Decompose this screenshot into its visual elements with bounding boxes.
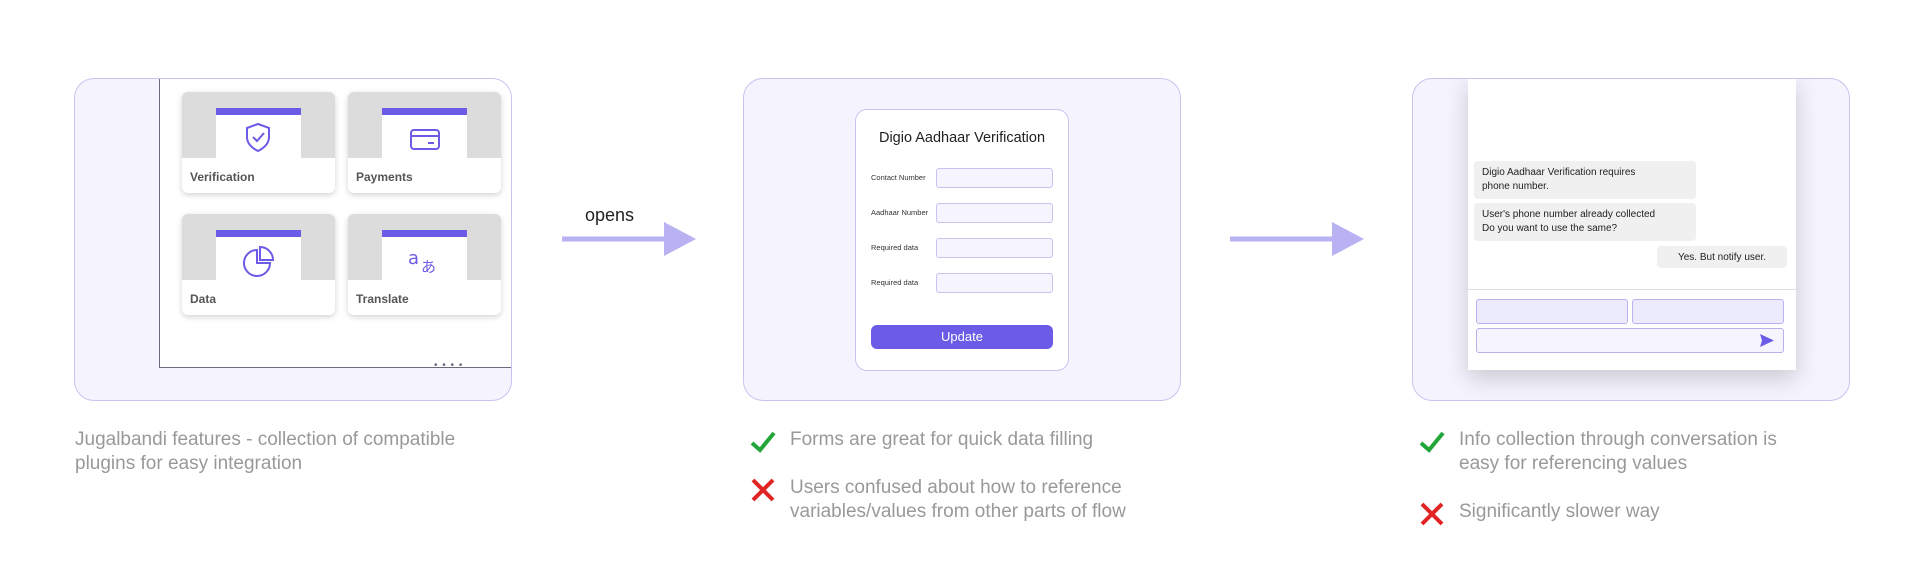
right-arrow-icon xyxy=(1230,222,1364,256)
plugin-label: Payments xyxy=(356,170,413,184)
pagination-dots: • • • • xyxy=(434,360,464,371)
bot-message: User's phone number already collected Do… xyxy=(1474,203,1696,241)
plugin-label: Data xyxy=(190,292,217,306)
field-label: Required data xyxy=(871,243,919,252)
message-line: Do you want to use the same? xyxy=(1482,223,1618,234)
svg-text:あ: あ xyxy=(421,258,436,276)
contact-number-input[interactable] xyxy=(936,168,1053,188)
cross-icon xyxy=(1420,502,1444,526)
chat-panel: Digio Aadhaar Verification requires phon… xyxy=(1412,78,1850,401)
panel3-pro: Info collection through conversation is … xyxy=(1459,428,1777,476)
form-title: Digio Aadhaar Verification xyxy=(878,130,1046,146)
message-line: phone number. xyxy=(1482,181,1549,192)
caption-line: plugins for easy integration xyxy=(75,453,303,474)
chat-window: Digio Aadhaar Verification requires phon… xyxy=(1468,79,1796,370)
plugin-grid-frame: Verification Payments Data a あ Translate… xyxy=(159,79,511,371)
required-data-input[interactable] xyxy=(936,273,1053,293)
bot-message: Digio Aadhaar Verification requires phon… xyxy=(1474,161,1696,199)
field-label: Required data xyxy=(871,278,919,287)
form-row: Required data xyxy=(871,238,1056,258)
message-line: Yes. But notify user. xyxy=(1677,252,1767,263)
form-row: Required data xyxy=(871,273,1056,293)
panel2-pro: Forms are great for quick data filling xyxy=(790,429,1094,450)
panel1-caption: Jugalbandi features - collection of comp… xyxy=(75,428,455,476)
plugins-panel: Verification Payments Data a あ Translate… xyxy=(74,78,512,401)
form-row: Aadhaar Number xyxy=(871,203,1056,223)
panel2-con: Users confused about how to reference va… xyxy=(790,476,1126,524)
field-label: Aadhaar Number xyxy=(871,208,929,217)
right-arrow-icon xyxy=(562,222,696,256)
caption-line: variables/values from other parts of flo… xyxy=(790,501,1126,522)
plugin-card-translate[interactable]: a あ Translate xyxy=(348,214,501,315)
caption-line: Jugalbandi features - collection of comp… xyxy=(75,429,456,450)
caption-line: Info collection through conversation is xyxy=(1459,429,1777,450)
divider xyxy=(1468,289,1796,290)
panel3-con: Significantly slower way xyxy=(1459,501,1660,522)
verification-form: Digio Aadhaar Verification Contact Numbe… xyxy=(855,109,1069,371)
caption-line: Users confused about how to reference xyxy=(790,477,1122,498)
message-line: Digio Aadhaar Verification requires xyxy=(1482,167,1636,178)
message-input[interactable] xyxy=(1476,328,1784,353)
plugin-label: Verification xyxy=(190,170,255,184)
check-icon xyxy=(750,431,776,453)
user-message: Yes. But notify user. xyxy=(1657,246,1787,268)
plugin-label: Translate xyxy=(356,292,409,306)
form-panel: Digio Aadhaar Verification Contact Numbe… xyxy=(743,78,1181,401)
aadhaar-number-input[interactable] xyxy=(936,203,1053,223)
plugin-card-data[interactable]: Data xyxy=(182,214,335,315)
update-button[interactable]: Update xyxy=(871,325,1053,349)
send-icon[interactable] xyxy=(1759,333,1775,348)
caption-line: easy for referencing values xyxy=(1459,453,1688,474)
quick-reply-option[interactable] xyxy=(1476,299,1628,324)
plugin-card-verification[interactable]: Verification xyxy=(182,92,335,193)
plugin-card-payments[interactable]: Payments xyxy=(348,92,501,193)
required-data-input[interactable] xyxy=(936,238,1053,258)
quick-reply-option[interactable] xyxy=(1632,299,1784,324)
message-line: User's phone number already collected xyxy=(1482,209,1656,220)
field-label: Contact Number xyxy=(871,173,926,182)
svg-text:a: a xyxy=(408,248,419,269)
form-row: Contact Number xyxy=(871,168,1056,188)
cross-icon xyxy=(751,478,775,502)
check-icon xyxy=(1419,431,1445,453)
